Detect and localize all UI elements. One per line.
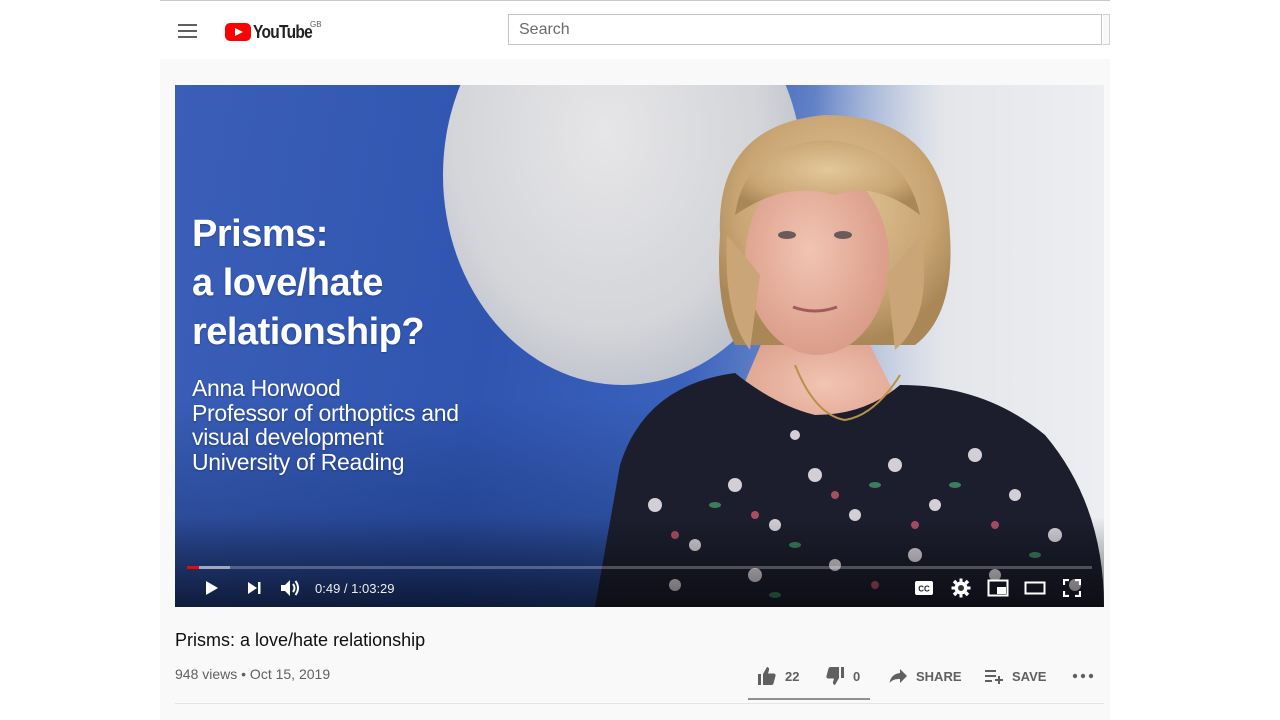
overlay-subtitle-line: visual development: [192, 424, 384, 450]
save-label: SAVE: [1012, 668, 1047, 684]
overlay-subtitle: Anna Horwood Professor of orthoptics and…: [192, 376, 459, 474]
video-title: Prisms: a love/hate relationship: [175, 630, 426, 650]
hamburger-menu-icon[interactable]: [176, 19, 200, 43]
overlay-title-line: a love/hate: [192, 262, 383, 304]
overlay-subtitle-line: Anna Horwood: [192, 375, 341, 401]
sentiment-bar: [748, 698, 870, 700]
overlay-title-line: relationship?: [192, 311, 425, 353]
share-label: SHARE: [916, 668, 962, 684]
playlist-add-icon: [985, 670, 1003, 684]
youtube-logo[interactable]: YouTube: [225, 20, 322, 44]
overlay-subtitle-line: Professor of orthoptics and: [192, 399, 459, 426]
youtube-play-logo-icon: [225, 23, 251, 41]
fullscreen-icon[interactable]: [1060, 576, 1084, 600]
theater-mode-icon[interactable]: [1023, 576, 1047, 600]
captions-icon[interactable]: CC: [912, 576, 936, 600]
overlay-subtitle-line: University of Reading: [192, 448, 405, 475]
time-display: 0:49 / 1:03:29: [315, 581, 395, 596]
logo-country-code: GB: [310, 20, 322, 29]
share-button[interactable]: SHARE: [888, 664, 962, 688]
overlay-title: Prisms: a love/hate relationship?: [192, 210, 425, 357]
progress-bar[interactable]: [187, 566, 1092, 569]
logo-text: YouTube: [253, 21, 313, 42]
share-icon: [889, 669, 907, 683]
play-icon[interactable]: [199, 576, 223, 600]
dislike-button[interactable]: 0: [825, 664, 860, 688]
volume-icon[interactable]: [278, 576, 302, 600]
like-button[interactable]: 22: [757, 664, 799, 688]
search-box[interactable]: [508, 14, 1102, 45]
divider: [175, 703, 1104, 704]
more-actions-icon[interactable]: [1072, 664, 1094, 688]
search-input[interactable]: [509, 15, 1101, 44]
video-player[interactable]: Prisms: a love/hate relationship? Anna H…: [175, 85, 1104, 607]
thumbs-up-icon: [758, 667, 776, 685]
svg-text:CC: CC: [918, 585, 930, 594]
miniplayer-icon[interactable]: [986, 576, 1010, 600]
overlay-title-line: Prisms:: [192, 213, 328, 255]
thumbs-down-icon: [826, 667, 844, 685]
dislike-count: 0: [853, 668, 861, 684]
next-icon[interactable]: [242, 576, 266, 600]
save-button[interactable]: SAVE: [984, 664, 1046, 688]
search-button[interactable]: [1103, 14, 1110, 45]
progress-played: [187, 566, 199, 569]
video-meta: 948 views • Oct 15, 2019: [175, 666, 331, 682]
settings-icon[interactable]: [949, 576, 973, 600]
like-count: 22: [785, 668, 800, 684]
